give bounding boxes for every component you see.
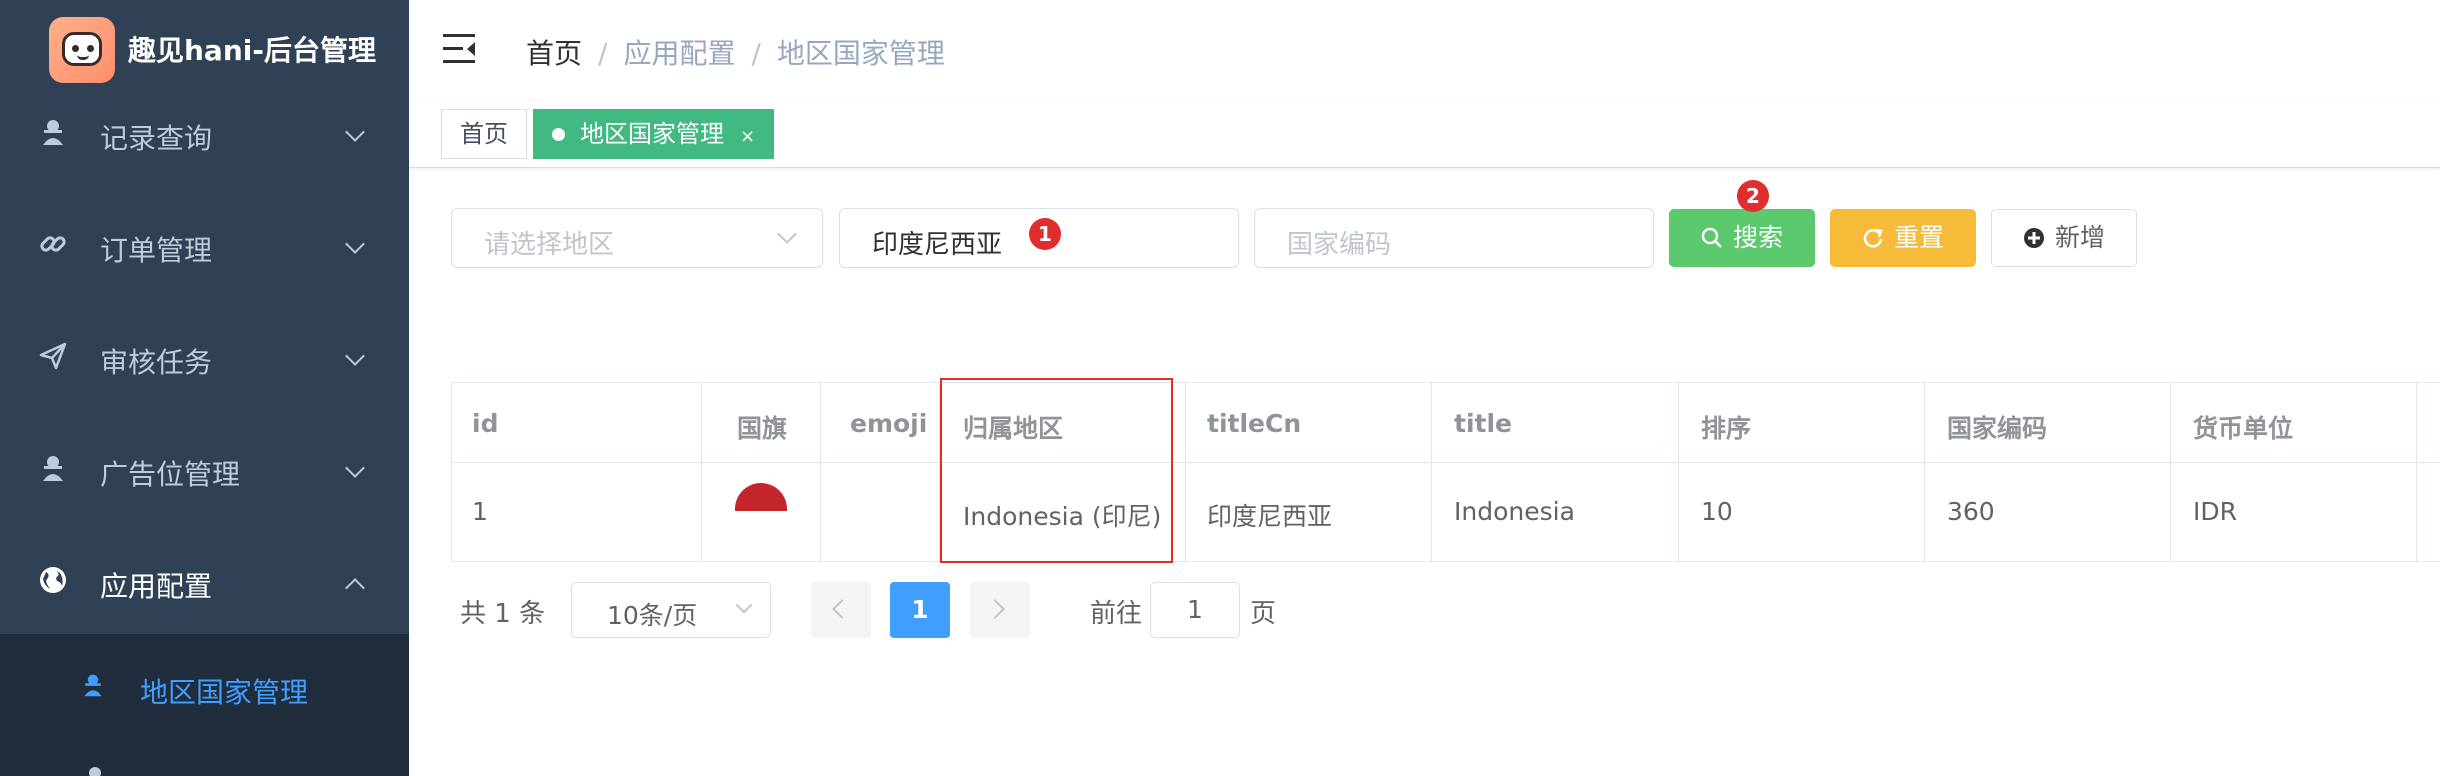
cell-sort: 10 [1701, 497, 1733, 526]
table-header: id 国旗 emoji 归属地区 titleCn title 排序 国家编码 货… [452, 383, 2440, 463]
sidebar-item-partial[interactable] [80, 764, 110, 776]
refresh-icon [1863, 228, 1883, 248]
sidebar-item-label: 广告位管理 [100, 458, 241, 491]
prev-page-button[interactable] [811, 582, 871, 638]
chevron-down-icon [345, 122, 365, 142]
column-header-currency: 货币单位 [2193, 414, 2294, 443]
breadcrumb-item-home[interactable]: 首页 [526, 37, 582, 70]
sidebar-item-app-config[interactable]: 应用配置 [0, 525, 409, 637]
chevron-down-icon [345, 234, 365, 254]
reset-button[interactable]: 重置 [1830, 209, 1976, 267]
page-number-current[interactable]: 1 [890, 582, 950, 638]
user-spy-icon [89, 767, 101, 776]
annotation-highlight-region-column [940, 378, 1173, 563]
send-icon [39, 342, 67, 370]
breadcrumb: 首页 / 应用配置 / 地区国家管理 [526, 32, 945, 72]
region-select[interactable]: 请选择地区 [451, 208, 823, 268]
tags-view: 首页 地区国家管理 × [409, 100, 2440, 168]
column-header-emoji: emoji [850, 409, 928, 438]
app-logo [49, 17, 115, 83]
sidebar-item-ads[interactable]: 广告位管理 [0, 413, 409, 525]
app-title: 趣见hani-后台管理 [128, 34, 376, 67]
cell-title: Indonesia [1454, 497, 1575, 526]
sidebar-item-region-country[interactable]: 地区国家管理 [0, 634, 409, 742]
column-header-titlecn: titleCn [1207, 409, 1302, 438]
table-row[interactable]: 1 Indonesia (印尼) 印度尼西亚 Indonesia 10 360 … [452, 463, 2440, 561]
country-table: id 国旗 emoji 归属地区 titleCn title 排序 国家编码 货… [451, 382, 2440, 562]
column-header-sort: 排序 [1701, 414, 1752, 443]
pagination-total: 共 1 条 [460, 599, 546, 629]
column-header-title: title [1454, 409, 1512, 438]
goto-page-input[interactable]: 1 [1150, 582, 1240, 638]
tag-home[interactable]: 首页 [441, 109, 527, 159]
tag-region-country[interactable]: 地区国家管理 × [533, 109, 775, 159]
chevron-up-icon [345, 578, 365, 598]
goto-label: 前往 [1090, 599, 1143, 629]
annotation-badge-1: 1 [1029, 218, 1061, 250]
plus-circle-icon [2023, 228, 2044, 248]
user-spy-icon [84, 674, 102, 697]
page-label: 页 [1250, 599, 1277, 629]
chevron-left-icon [832, 599, 852, 619]
cell-titlecn: 印度尼西亚 [1207, 502, 1333, 531]
column-header-country-code: 国家编码 [1947, 414, 2048, 443]
sidebar-item-review[interactable]: 审核任务 [0, 301, 409, 413]
country-code-input[interactable]: 国家编码 [1254, 208, 1654, 268]
annotation-badge-2: 2 [1737, 180, 1769, 212]
sidebar-item-label: 地区国家管理 [140, 676, 309, 709]
country-name-value: 印度尼西亚 [872, 230, 1003, 260]
sidebar-submenu: 地区国家管理 [0, 634, 409, 776]
navbar: 首页 / 应用配置 / 地区国家管理 [409, 0, 2440, 100]
page-size-select[interactable]: 10条/页 [571, 582, 771, 638]
region-select-placeholder: 请选择地区 [484, 230, 615, 260]
hamburger-icon[interactable] [443, 34, 475, 64]
sidebar-item-label: 记录查询 [100, 122, 213, 155]
chevron-down-icon [735, 596, 753, 614]
breadcrumb-separator: / [598, 37, 608, 70]
breadcrumb-item-current: 地区国家管理 [776, 37, 945, 70]
sidebar-item-label: 审核任务 [100, 346, 213, 379]
sidebar-item-records[interactable]: 记录查询 [0, 77, 409, 189]
sidebar-item-label: 订单管理 [100, 234, 213, 267]
cell-currency: IDR [2193, 497, 2237, 526]
add-button[interactable]: 新增 [1991, 209, 2137, 267]
user-spy-icon [43, 120, 63, 145]
breadcrumb-separator: / [751, 37, 761, 70]
chevron-down-icon [345, 346, 365, 366]
column-header-flag: 国旗 [737, 414, 788, 443]
user-spy-icon [43, 456, 63, 481]
next-page-button[interactable] [970, 582, 1030, 638]
chevron-right-icon [985, 599, 1005, 619]
sidebar-item-orders[interactable]: 订单管理 [0, 189, 409, 301]
chevron-down-icon [777, 224, 797, 244]
link-icon [40, 236, 66, 252]
cell-id: 1 [472, 497, 488, 526]
sidebar: 趣见hani-后台管理 记录查询 订单管理 审核任务 广告位管理 应用配置 地区… [0, 0, 409, 776]
search-button[interactable]: 搜索 [1669, 209, 1815, 267]
country-code-placeholder: 国家编码 [1287, 230, 1392, 260]
breadcrumb-item-app-config[interactable]: 应用配置 [623, 37, 735, 70]
close-icon[interactable]: × [740, 126, 755, 147]
column-header-id: id [472, 409, 499, 438]
sidebar-item-label: 应用配置 [100, 570, 213, 603]
active-dot-icon [552, 128, 565, 141]
search-icon [1701, 227, 1722, 248]
globe-icon [40, 567, 66, 593]
chevron-down-icon [345, 458, 365, 478]
cell-country-code: 360 [1947, 497, 1995, 526]
